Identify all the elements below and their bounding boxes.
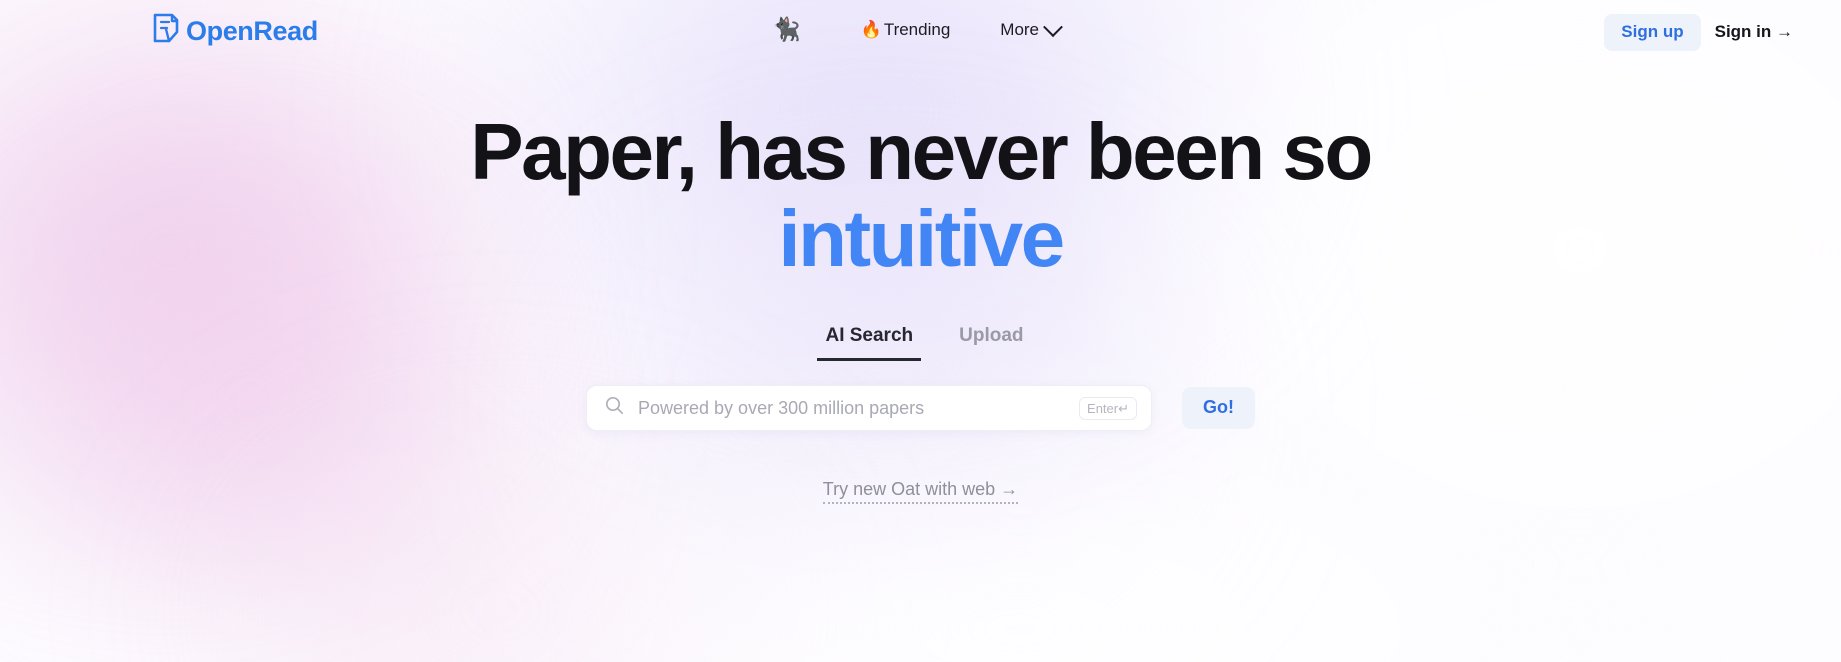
- nav-item-trending[interactable]: 🔥 Trending: [851, 15, 961, 44]
- nav-item-trending-label: Trending: [883, 20, 951, 39]
- search-row: Enter↵ Go!: [0, 385, 1841, 432]
- main-nav: 🐈‍⬛ 🔥 Trending More: [760, 14, 1070, 45]
- sign-in-link[interactable]: Sign in →: [1715, 22, 1793, 42]
- brand-name: OpenRead: [186, 16, 318, 46]
- header-account-actions: Sign up Sign in →: [1604, 14, 1793, 51]
- try-oat-with-web-link[interactable]: Try new Oat with web →: [822, 479, 1019, 505]
- try-oat-row: Try new Oat with web →: [0, 479, 1841, 505]
- hero-section: Paper, has never been so intuitive AI Se…: [0, 0, 1841, 505]
- site-header: OpenRead 🐈‍⬛ 🔥 Trending More Sign up Sig…: [0, 0, 1841, 68]
- sign-up-button[interactable]: Sign up: [1604, 14, 1701, 51]
- nav-item-cat[interactable]: 🐈‍⬛: [760, 14, 813, 45]
- open-book-page-icon: [152, 12, 180, 51]
- search-input[interactable]: [636, 396, 1080, 420]
- headline-line-2-accent: intuitive: [778, 194, 1065, 284]
- tab-upload[interactable]: Upload: [959, 326, 1023, 361]
- flame-icon: 🔥: [860, 20, 882, 39]
- chevron-down-icon: [1043, 16, 1063, 37]
- tab-ai-search[interactable]: AI Search: [817, 326, 922, 362]
- nav-item-more[interactable]: More: [990, 15, 1070, 44]
- nav-item-more-label: More: [1000, 20, 1040, 39]
- magnifier-icon: [605, 396, 624, 420]
- headline-line-1: Paper, has never been so: [470, 107, 1373, 196]
- search-mode-tabs: AI Search Upload: [0, 326, 1841, 362]
- brand-logo[interactable]: OpenRead: [152, 12, 318, 51]
- black-cat-icon: 🐈‍⬛: [772, 16, 801, 42]
- go-button[interactable]: Go!: [1182, 387, 1255, 430]
- search-box[interactable]: Enter↵: [586, 385, 1152, 432]
- enter-key-hint[interactable]: Enter↵: [1079, 396, 1137, 420]
